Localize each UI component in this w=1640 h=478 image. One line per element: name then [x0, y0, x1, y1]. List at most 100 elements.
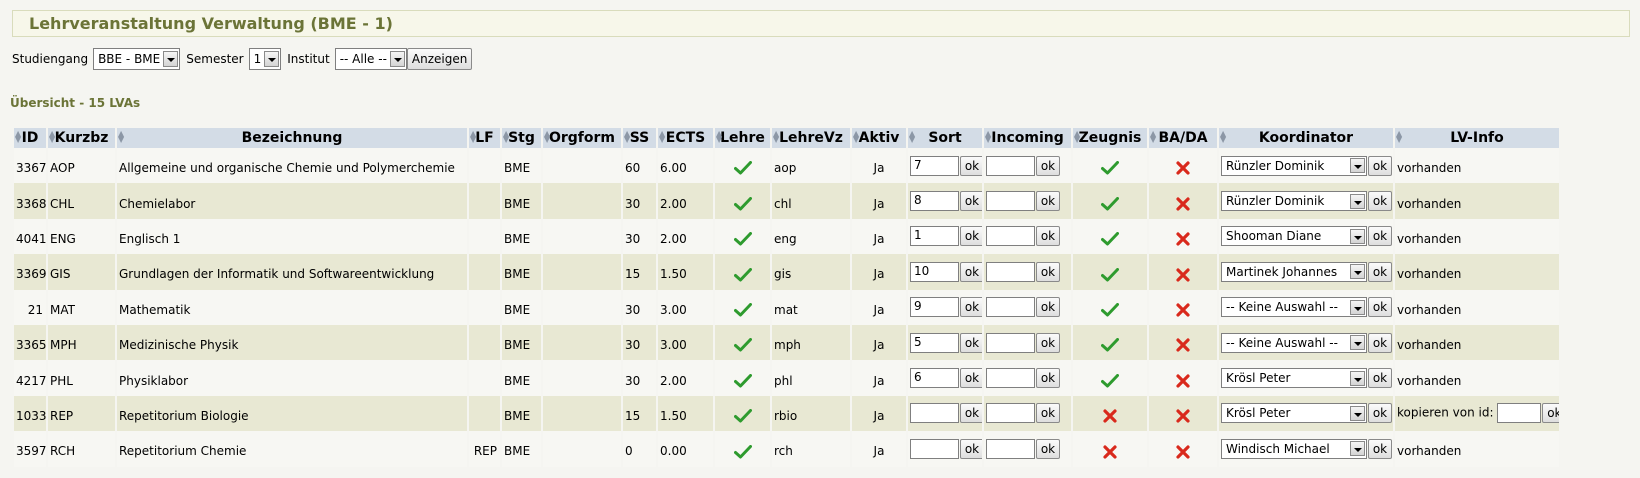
- koordinator-ok-button[interactable]: ok: [1368, 297, 1392, 318]
- incoming-ok-button[interactable]: ok: [1036, 368, 1060, 389]
- col-header-incoming[interactable]: ▲ ▼ Incoming: [982, 128, 1072, 148]
- cell-zeugnis[interactable]: [1071, 148, 1148, 184]
- cell-bada[interactable]: [1147, 218, 1218, 255]
- incoming-ok-button[interactable]: ok: [1036, 155, 1060, 176]
- col-header-bezeichnung[interactable]: ▲ ▼ Bezeichnung: [115, 128, 468, 148]
- copy-from-id-input[interactable]: [1497, 403, 1542, 424]
- cell-bada[interactable]: [1147, 183, 1218, 219]
- col-header-kurzbz[interactable]: ▲ ▼ Kurzbz: [46, 128, 116, 148]
- cell-zeugnis[interactable]: [1071, 183, 1148, 219]
- cell-bada[interactable]: [1147, 289, 1218, 325]
- cell-zeugnis[interactable]: [1071, 289, 1148, 325]
- koordinator-select[interactable]: Rünzler Dominik: [1221, 191, 1367, 212]
- col-header-bada[interactable]: ▲ ▼ BA/DA: [1147, 128, 1218, 148]
- col-header-koordinator[interactable]: ▲ ▼ Koordinator: [1217, 128, 1394, 148]
- incoming-input[interactable]: [986, 438, 1035, 459]
- col-header-zeugnis[interactable]: ▲ ▼ Zeugnis: [1071, 128, 1148, 148]
- koordinator-ok-button[interactable]: ok: [1368, 368, 1392, 389]
- col-header-id[interactable]: ▲ ▼ ID: [12, 128, 47, 148]
- sort-input[interactable]: [910, 403, 959, 424]
- sort-input[interactable]: 1: [910, 226, 959, 247]
- sort-input[interactable]: 5: [910, 332, 959, 353]
- col-header-stg[interactable]: ▲ ▼ Stg: [500, 128, 542, 148]
- chevron-down-icon: [389, 51, 405, 67]
- incoming-input[interactable]: [986, 332, 1035, 353]
- incoming-ok-button[interactable]: ok: [1036, 332, 1060, 353]
- cell-bada[interactable]: [1147, 254, 1218, 290]
- sort-input[interactable]: [910, 438, 959, 459]
- koordinator-select[interactable]: -- Keine Auswahl --: [1221, 297, 1367, 318]
- sort-ok-button[interactable]: ok: [960, 261, 983, 282]
- col-header-sort[interactable]: ▲ ▼ Sort: [906, 128, 983, 148]
- koordinator-ok-button[interactable]: ok: [1368, 226, 1392, 247]
- col-header-lf[interactable]: ▲ ▼ LF: [467, 128, 501, 148]
- incoming-input[interactable]: [986, 155, 1035, 176]
- cell-bada[interactable]: [1147, 324, 1218, 361]
- koordinator-select[interactable]: Rünzler Dominik: [1221, 155, 1367, 176]
- sort-input[interactable]: 10: [910, 261, 959, 282]
- sort-input[interactable]: 8: [910, 191, 959, 212]
- koordinator-select[interactable]: Krösl Peter: [1221, 368, 1367, 389]
- col-header-lvinfo[interactable]: ▲ ▼ LV-Info: [1393, 128, 1559, 148]
- sort-ok-button[interactable]: ok: [960, 332, 983, 353]
- sort-ok-button[interactable]: ok: [960, 226, 983, 247]
- koordinator-ok-button[interactable]: ok: [1368, 403, 1392, 424]
- cell-zeugnis[interactable]: [1071, 395, 1148, 432]
- sort-input[interactable]: 9: [910, 297, 959, 318]
- cell-zeugnis[interactable]: [1071, 324, 1148, 361]
- incoming-input[interactable]: [986, 368, 1035, 389]
- col-header-orgform[interactable]: ▲ ▼ Orgform: [541, 128, 622, 148]
- koordinator-select[interactable]: Krösl Peter: [1221, 403, 1367, 424]
- cell-bada[interactable]: [1147, 360, 1218, 396]
- incoming-input[interactable]: [986, 297, 1035, 318]
- col-header-ss[interactable]: ▲ ▼ SS: [621, 128, 657, 148]
- incoming-input[interactable]: [986, 191, 1035, 212]
- cell-orgform: [541, 324, 622, 361]
- anzeigen-button[interactable]: Anzeigen: [406, 48, 473, 70]
- cell-zeugnis[interactable]: [1071, 254, 1148, 290]
- cell-bada[interactable]: [1147, 148, 1218, 184]
- cell-id: 4217: [12, 360, 47, 396]
- cell-bada[interactable]: [1147, 395, 1218, 432]
- sort-ok-button[interactable]: ok: [960, 191, 983, 212]
- koordinator-select[interactable]: Martinek Johannes: [1221, 261, 1367, 282]
- semester-select[interactable]: 1: [248, 48, 282, 70]
- sort-input[interactable]: 7: [910, 155, 959, 176]
- koordinator-ok-button[interactable]: ok: [1368, 261, 1392, 282]
- sort-ok-button[interactable]: ok: [960, 155, 983, 176]
- cell-bezeichnung: Allgemeine und organische Chemie und Pol…: [115, 148, 468, 184]
- col-header-ects[interactable]: ▲ ▼ ECTS: [656, 128, 714, 148]
- koordinator-ok-button[interactable]: ok: [1368, 191, 1392, 212]
- cell-bada[interactable]: [1147, 431, 1218, 467]
- incoming-ok-button[interactable]: ok: [1036, 226, 1060, 247]
- incoming-input[interactable]: [986, 261, 1035, 282]
- studiengang-select[interactable]: BBE - BME: [93, 48, 181, 70]
- sort-ok-button[interactable]: ok: [960, 368, 983, 389]
- koordinator-select[interactable]: -- Keine Auswahl --: [1221, 332, 1367, 353]
- sort-input[interactable]: 6: [910, 368, 959, 389]
- incoming-ok-button[interactable]: ok: [1036, 403, 1060, 424]
- koordinator-ok-button[interactable]: ok: [1368, 155, 1392, 176]
- sort-ok-button[interactable]: ok: [960, 403, 983, 424]
- incoming-input[interactable]: [986, 226, 1035, 247]
- col-header-aktiv[interactable]: ▲ ▼ Aktiv: [850, 128, 907, 148]
- col-header-lehre[interactable]: ▲ ▼ Lehre: [713, 128, 771, 148]
- cell-lvinfo: vorhanden: [1393, 218, 1559, 255]
- incoming-input[interactable]: [986, 403, 1035, 424]
- cell-zeugnis[interactable]: [1071, 218, 1148, 255]
- koordinator-select[interactable]: Shooman Diane: [1221, 226, 1367, 247]
- sort-ok-button[interactable]: ok: [960, 297, 983, 318]
- sort-ok-button[interactable]: ok: [960, 438, 983, 459]
- koordinator-ok-button[interactable]: ok: [1368, 332, 1392, 353]
- incoming-ok-button[interactable]: ok: [1036, 438, 1060, 459]
- incoming-ok-button[interactable]: ok: [1036, 191, 1060, 212]
- incoming-ok-button[interactable]: ok: [1036, 297, 1060, 318]
- cell-zeugnis[interactable]: [1071, 431, 1148, 467]
- koordinator-ok-button[interactable]: ok: [1368, 438, 1392, 459]
- col-header-lehrevz[interactable]: ▲ ▼ LehreVz: [770, 128, 851, 148]
- copy-ok-button[interactable]: ok: [1542, 403, 1559, 424]
- cell-zeugnis[interactable]: [1071, 360, 1148, 396]
- koordinator-select[interactable]: Windisch Michael: [1221, 438, 1367, 459]
- institut-select[interactable]: -- Alle --: [334, 48, 407, 70]
- incoming-ok-button[interactable]: ok: [1036, 261, 1060, 282]
